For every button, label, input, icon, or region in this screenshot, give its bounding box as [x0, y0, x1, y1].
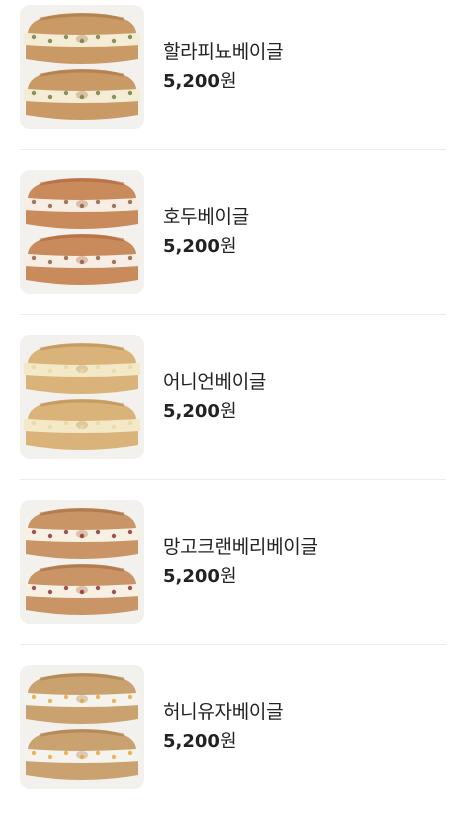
menu-item-info: 할라피뇨베이글 5,200원: [163, 39, 284, 94]
menu-item-image: [20, 665, 144, 789]
price-value: 5,200: [163, 71, 220, 92]
menu-item-info: 호두베이글 5,200원: [163, 204, 249, 259]
divider: [20, 314, 446, 315]
menu-item[interactable]: 어니언베이글 5,200원: [0, 335, 466, 500]
menu-item-image: [20, 170, 144, 294]
menu-item-name: 할라피뇨베이글: [163, 41, 284, 63]
menu-item-image: [20, 5, 144, 129]
menu-item[interactable]: 허니유자베이글 5,200원: [0, 665, 466, 830]
menu-item-name: 허니유자베이글: [163, 701, 284, 723]
price-currency: 원: [219, 401, 237, 422]
menu-item-image: [20, 500, 144, 624]
walnut-bagel-image: [24, 178, 140, 285]
menu-item-price: 5,200원: [163, 400, 266, 424]
menu-item-name: 어니언베이글: [163, 371, 267, 393]
price-currency: 원: [219, 566, 237, 587]
menu-list: 할라피뇨베이글 5,200원 호두베이글 5,200원 어니언베이글 5,200원 망고크랜…: [0, 5, 466, 830]
menu-item-info: 망고크랜베리베이글 5,200원: [163, 534, 318, 589]
menu-item-info: 허니유자베이글 5,200원: [163, 699, 284, 754]
menu-item-info: 어니언베이글 5,200원: [163, 369, 266, 424]
menu-item-name: 망고크랜베리베이글: [163, 536, 318, 558]
menu-item-image: [20, 335, 144, 459]
mango-cranberry-bagel-image: [24, 508, 140, 615]
menu-item[interactable]: 망고크랜베리베이글 5,200원: [0, 500, 466, 665]
divider: [20, 644, 446, 645]
menu-item-price: 5,200원: [163, 70, 283, 94]
price-value: 5,200: [163, 566, 220, 587]
menu-item[interactable]: 호두베이글 5,200원: [0, 170, 466, 335]
price-value: 5,200: [163, 236, 220, 257]
menu-item-price: 5,200원: [163, 565, 318, 589]
price-currency: 원: [219, 71, 237, 92]
price-currency: 원: [219, 236, 237, 257]
jalapeno-bagel-image: [24, 13, 140, 120]
menu-item-price: 5,200원: [163, 235, 249, 259]
menu-item-name: 호두베이글: [163, 206, 249, 228]
price-value: 5,200: [163, 731, 220, 752]
price-value: 5,200: [163, 401, 220, 422]
menu-item-price: 5,200원: [163, 730, 283, 754]
price-currency: 원: [219, 731, 237, 752]
onion-bagel-image: [24, 343, 140, 450]
honey-yuzu-bagel-image: [24, 673, 140, 780]
divider: [20, 479, 446, 480]
divider: [20, 149, 446, 150]
menu-item[interactable]: 할라피뇨베이글 5,200원: [0, 5, 466, 170]
